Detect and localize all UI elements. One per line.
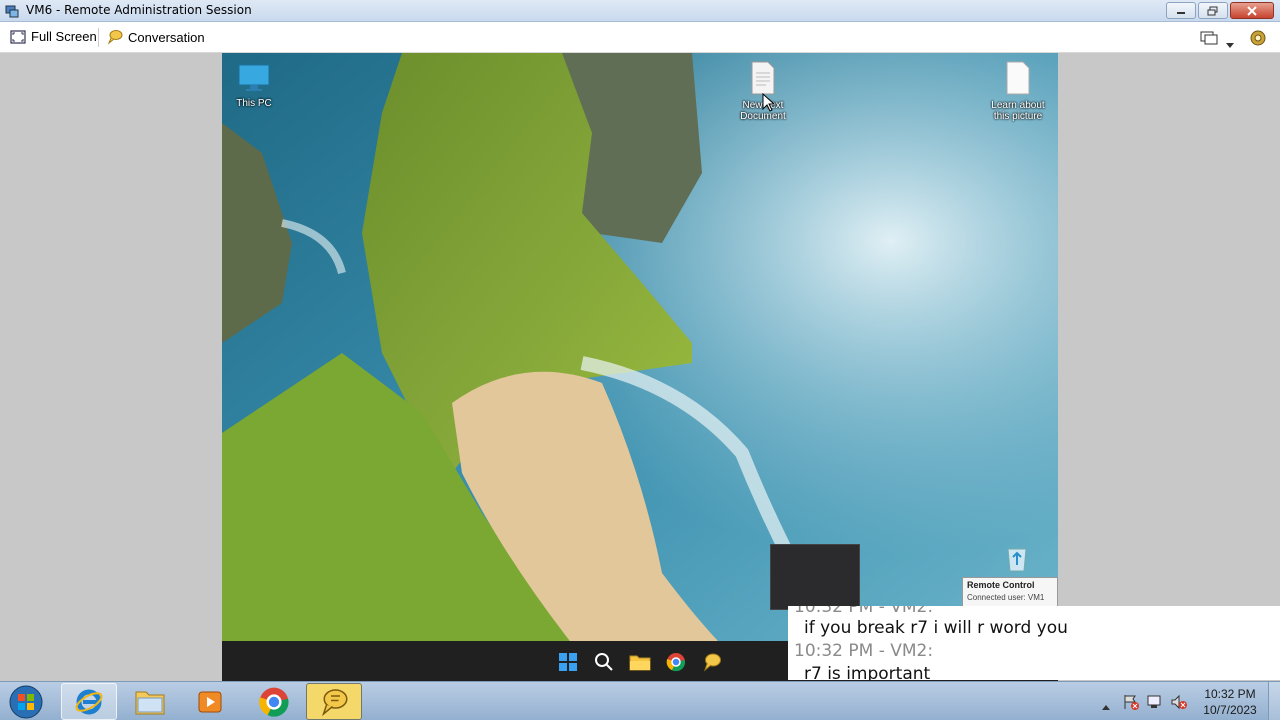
desktop-icon-learn-about-picture[interactable]: Learn about this picture <box>983 61 1053 122</box>
desktop-icon-this-pc[interactable]: This PC <box>222 63 289 109</box>
remote-file-explorer-button[interactable] <box>629 651 651 673</box>
desktop-wallpaper <box>222 53 1058 681</box>
action-center-button[interactable] <box>1122 693 1140 715</box>
remote-control-tooltip: Remote Control Connected user: VM1 <box>962 577 1058 607</box>
document-icon <box>1006 61 1030 95</box>
internet-explorer-icon <box>75 689 103 714</box>
recycle-bin-icon <box>1007 548 1027 572</box>
minimize-icon <box>1177 11 1185 14</box>
window-controls <box>1166 2 1274 19</box>
title-bar: VM6 - Remote Administration Session <box>0 0 1280 22</box>
toolbar-divider <box>98 28 99 47</box>
taskbar-conversation[interactable] <box>306 683 362 720</box>
minimize-button[interactable] <box>1166 2 1196 19</box>
text-document-icon <box>751 61 775 95</box>
conversation-panel: 10:32 PM - VM2: if you break r7 i will r… <box>788 606 1280 680</box>
desktop-icon-label: This PC <box>236 98 272 109</box>
monitor-icon <box>238 64 270 91</box>
settings-button[interactable] <box>1249 29 1267 51</box>
taskbar-internet-explorer[interactable] <box>61 683 117 720</box>
conversation-button[interactable]: Conversation <box>107 29 205 45</box>
action-center-icon <box>1124 695 1139 710</box>
full-screen-label: Full Screen <box>31 29 97 44</box>
chat-message-meta: 10:32 PM - VM2: <box>794 641 934 661</box>
taskbar-chrome[interactable] <box>246 683 302 720</box>
close-icon <box>1247 5 1257 16</box>
fullscreen-icon <box>10 29 26 44</box>
taskbar-file-explorer[interactable] <box>122 683 178 720</box>
media-player-icon <box>198 691 222 712</box>
tooltip-subtitle: Connected user: VM1 <box>967 593 1045 602</box>
windows7-start-icon <box>9 685 43 718</box>
remote-chrome-button[interactable] <box>665 651 687 673</box>
network-icon <box>1147 695 1161 708</box>
session-toolbar: Full Screen Conversation <box>0 22 1280 53</box>
chat-message-text: r7 is important <box>804 664 931 680</box>
volume-button[interactable] <box>1170 693 1188 715</box>
file-explorer-icon <box>135 691 165 714</box>
restore-icon <box>1207 6 1218 15</box>
file-explorer-icon <box>629 655 651 671</box>
tooltip-title: Remote Control <box>967 580 1035 590</box>
network-button[interactable] <box>1146 693 1164 715</box>
full-screen-button[interactable]: Full Screen <box>10 29 97 44</box>
volume-muted-icon <box>1171 694 1187 710</box>
show-hidden-icons <box>1102 705 1110 710</box>
clock-date: 10/7/2023 <box>1203 703 1257 717</box>
desktop-icon-label: Learn about this picture <box>991 100 1045 122</box>
show-hidden-icons-button[interactable] <box>1101 696 1111 715</box>
taskbar-media-player[interactable] <box>182 683 238 720</box>
start-button[interactable] <box>4 683 48 720</box>
remote-chat-button[interactable] <box>701 651 723 673</box>
mouse-cursor-icon <box>762 93 776 112</box>
clock-time: 10:32 PM <box>1204 687 1256 701</box>
window-title: VM6 - Remote Administration Session <box>26 3 252 17</box>
windows-start-icon <box>559 653 577 671</box>
chat-message-meta: 10:32 PM - VM2: <box>794 606 934 617</box>
remote-start-button[interactable] <box>557 651 579 673</box>
view-options-button[interactable] <box>1200 30 1218 50</box>
desktop-icon-recycle-bin[interactable] <box>1004 545 1030 577</box>
remote-search-button[interactable] <box>593 651 615 673</box>
chat-icon <box>703 653 721 672</box>
conversation-label: Conversation <box>128 29 205 45</box>
host-taskbar: 10:32 PM 10/7/2023 <box>0 681 1280 720</box>
chat-icon <box>321 688 348 716</box>
monitor-icon <box>1200 31 1218 45</box>
search-icon <box>595 653 613 671</box>
remote-session-icon <box>5 5 19 18</box>
show-desktop-button[interactable] <box>1268 682 1280 720</box>
remote-desktop-view[interactable]: This PC New Text Document Learn about th… <box>222 53 1058 681</box>
close-button[interactable] <box>1230 2 1274 19</box>
chrome-icon <box>666 653 686 672</box>
chrome-icon <box>259 687 289 717</box>
settings-icon <box>1250 30 1266 46</box>
restore-button[interactable] <box>1198 2 1228 19</box>
view-dropdown-button[interactable] <box>1226 34 1234 53</box>
taskbar-preview-popup <box>770 544 860 610</box>
dropdown-icon <box>1226 43 1234 48</box>
conversation-icon <box>107 30 123 45</box>
system-clock[interactable]: 10:32 PM 10/7/2023 <box>1196 686 1264 718</box>
chat-message-text: if you break r7 i will r word you <box>804 618 1068 638</box>
